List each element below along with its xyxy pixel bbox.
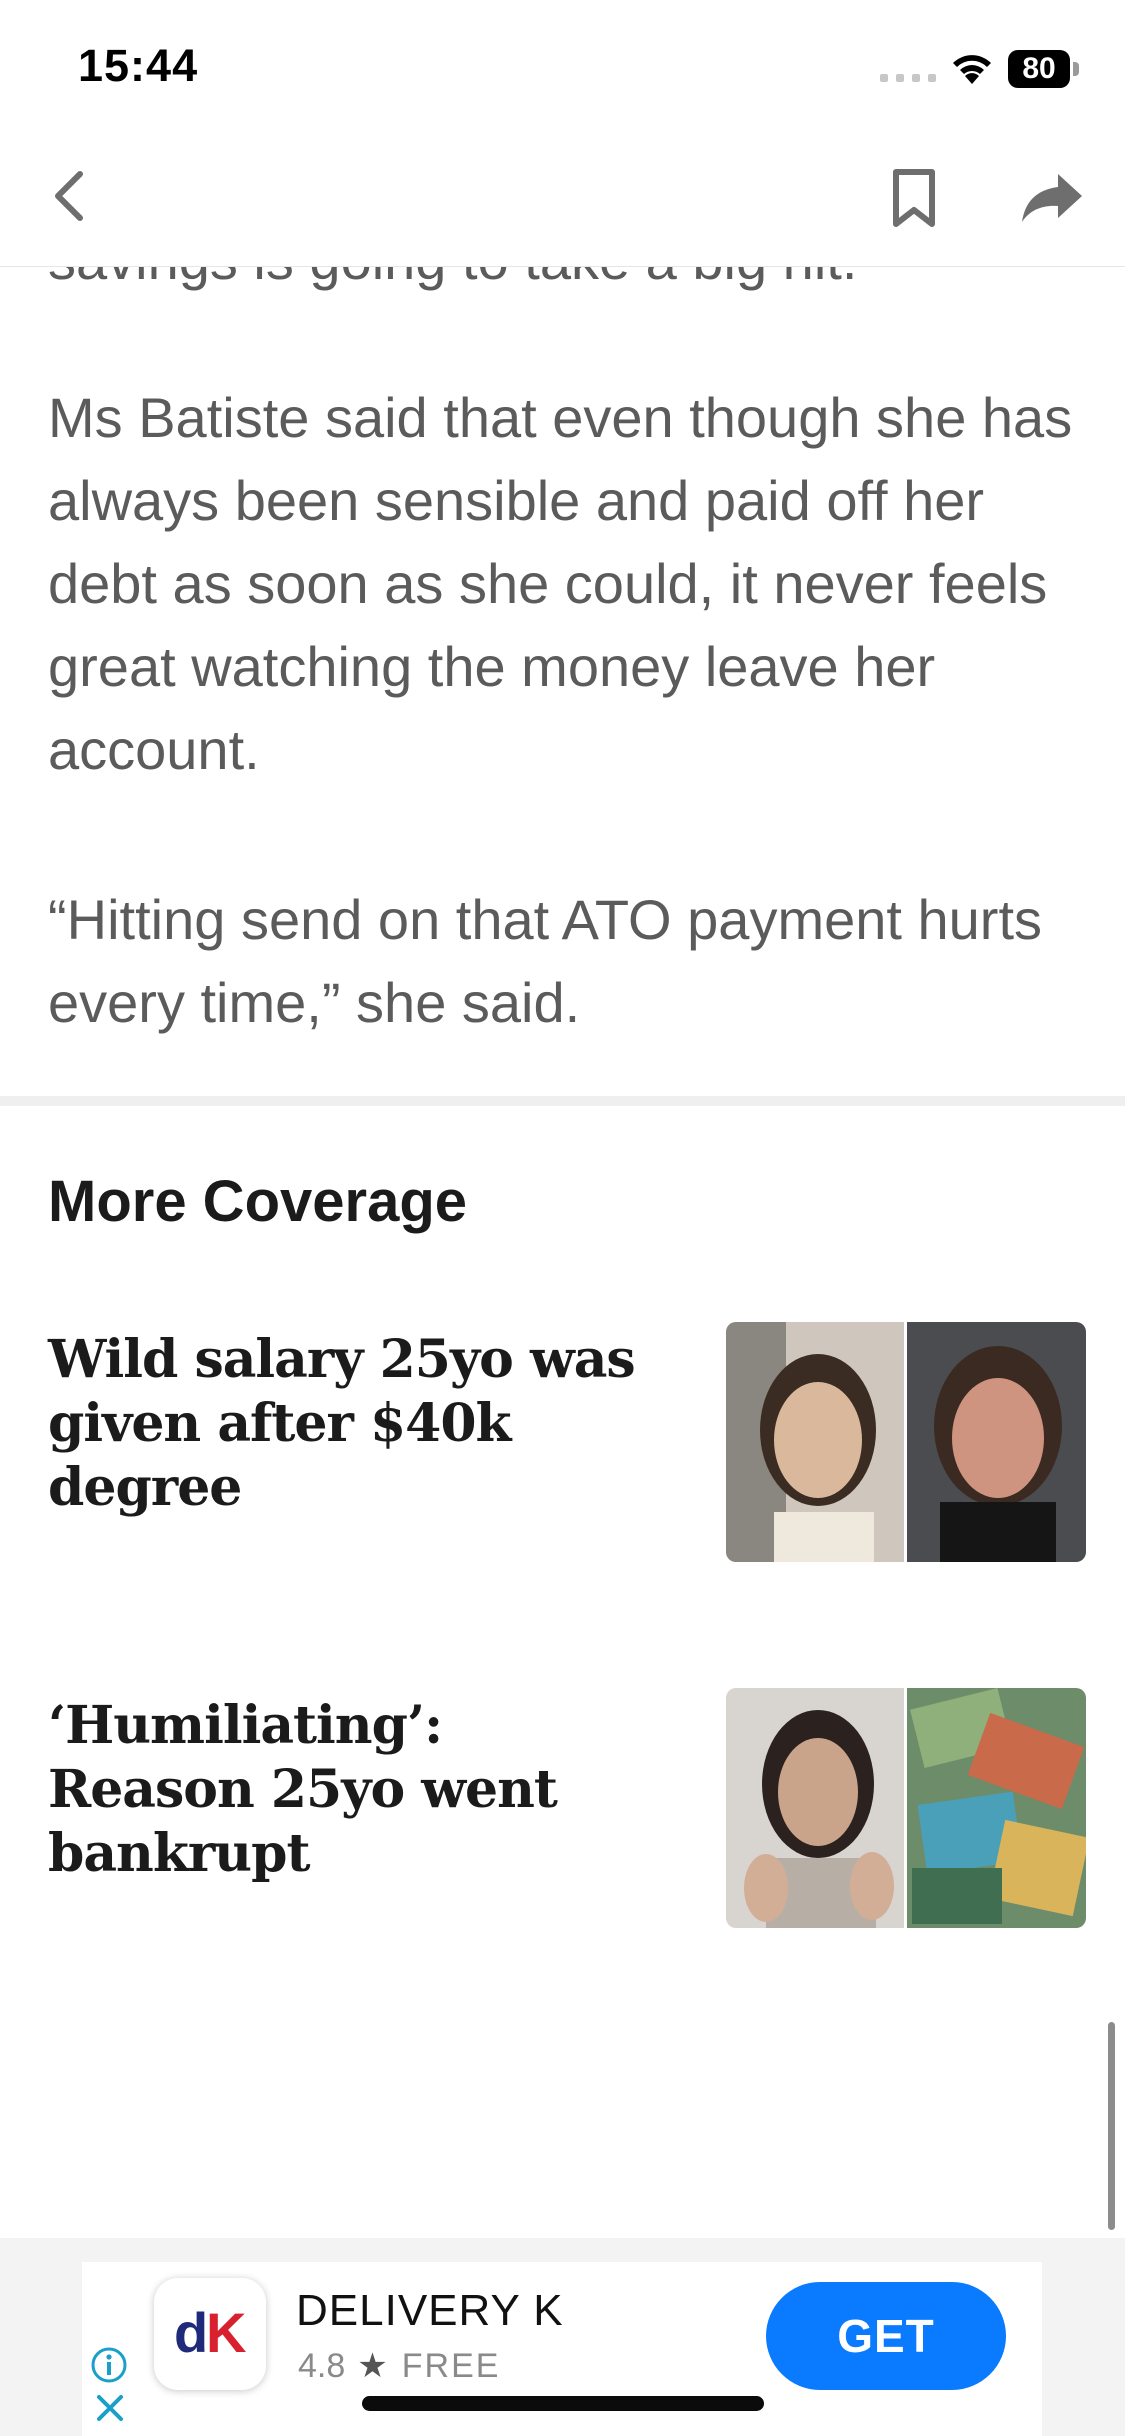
section-divider xyxy=(0,1096,1125,1106)
back-chevron-icon[interactable] xyxy=(40,160,100,232)
story-item[interactable]: Wild salary 25yo was given after $40k de… xyxy=(0,1322,1125,1562)
battery-icon: 80 xyxy=(1008,50,1080,88)
home-indicator[interactable] xyxy=(362,2396,764,2411)
share-arrow-icon[interactable] xyxy=(1020,170,1084,226)
story-thumbnail[interactable] xyxy=(726,1322,1086,1562)
get-button[interactable]: GET xyxy=(766,2282,1006,2390)
article-paragraph: “Hitting send on that ATO payment hurts … xyxy=(48,888,1042,1034)
nav-bar xyxy=(0,140,1125,267)
svg-text:d: d xyxy=(174,2301,208,2364)
svg-text:K: K xyxy=(206,2301,246,2364)
article-body: savings is going to take a big hit. Ms B… xyxy=(0,266,1125,1096)
article-screen: 15:44 80 savings is going to take xyxy=(0,0,1125,2436)
article-partial-line: savings is going to take a big hit. xyxy=(48,266,1088,301)
story-item[interactable]: ‘Humiliating’: Reason 25yo went bankrupt xyxy=(0,1688,1125,1928)
ad-app-name: DELIVERY K xyxy=(296,2286,564,2335)
ad-app-icon[interactable]: d K xyxy=(154,2278,266,2390)
article-paragraph: Ms Batiste said that even though she has… xyxy=(48,386,1073,781)
story-thumbnail[interactable] xyxy=(726,1688,1086,1928)
close-icon[interactable] xyxy=(94,2392,126,2424)
story-title[interactable]: Wild salary 25yo was given after $40k de… xyxy=(48,1328,648,1520)
signal-icon xyxy=(880,74,936,82)
info-icon[interactable] xyxy=(90,2346,128,2384)
ad-logo: d K xyxy=(174,2301,246,2364)
ad-price: FREE xyxy=(401,2347,501,2385)
bookmark-icon[interactable] xyxy=(886,166,942,230)
scrollbar[interactable] xyxy=(1108,2022,1115,2230)
ad-rating: 4.8 xyxy=(298,2347,346,2385)
battery-tip xyxy=(1073,62,1079,76)
battery-level: 80 xyxy=(1008,50,1070,88)
ad-meta: 4.8 ★ FREE xyxy=(298,2346,500,2386)
star-icon: ★ xyxy=(357,2347,388,2385)
status-time: 15:44 xyxy=(78,40,199,91)
status-bar: 15:44 80 xyxy=(0,0,1125,140)
story-title[interactable]: ‘Humiliating’: Reason 25yo went bankrupt xyxy=(48,1694,648,1886)
wifi-icon xyxy=(953,55,991,84)
more-coverage-heading: More Coverage xyxy=(48,1169,468,1234)
